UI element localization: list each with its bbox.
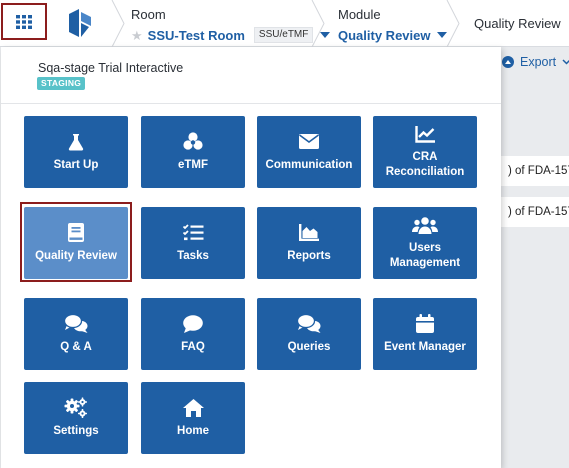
app-launcher-panel: Sqa-stage Trial Interactive STAGING Star…	[1, 47, 501, 468]
grid-icon	[16, 14, 32, 29]
export-button[interactable]: Export	[502, 55, 569, 69]
tile-queries[interactable]: Queries	[257, 298, 361, 370]
tile-home[interactable]: Home	[141, 382, 245, 454]
tile-label: eTMF	[177, 158, 209, 171]
top-navigation-bar: Room ★ SSU-Test Room SSU/eTMF Module Qua…	[0, 0, 569, 47]
tile-settings[interactable]: Settings	[24, 382, 128, 454]
tile-label: Start Up	[53, 158, 99, 171]
room-type-badge: SSU/eTMF	[253, 27, 314, 43]
export-label: Export	[520, 55, 557, 69]
tile-label: Home	[177, 424, 209, 437]
tile-label: Quality Review	[35, 249, 117, 262]
tile-label: Q & A	[60, 340, 92, 353]
breadcrumb-separator	[446, 0, 460, 47]
tile-label: Settings	[53, 424, 99, 437]
background-page: Export ) of FDA-1572 ) of FDA-1572	[500, 47, 569, 468]
row-text: ) of FDA-1572	[508, 206, 569, 218]
chevron-down-icon	[562, 59, 569, 65]
environment-badge: STAGING	[37, 77, 86, 90]
room-selector[interactable]: SSU-Test Room	[148, 28, 245, 43]
tile-quality-review[interactable]: Quality Review	[24, 207, 128, 279]
breadcrumb-separator	[111, 0, 125, 47]
flask-icon	[68, 132, 84, 152]
tile-label: CRA Reconciliation	[385, 151, 465, 178]
table-row[interactable]: ) of FDA-1572	[500, 156, 569, 186]
calendar-icon	[416, 314, 434, 334]
comment-icon	[183, 314, 203, 334]
tile-event-manager[interactable]: Event Manager	[373, 298, 477, 370]
tile-label: Communication	[265, 158, 353, 171]
row-text: ) of FDA-1572	[508, 165, 569, 177]
book-icon	[68, 223, 84, 243]
tile-label: Reports	[287, 249, 331, 262]
tile-reports[interactable]: Reports	[257, 207, 361, 279]
module-selector[interactable]: Quality Review	[338, 28, 430, 43]
tile-tasks[interactable]: Tasks	[141, 207, 245, 279]
tile-label: Event Manager	[384, 340, 466, 353]
tile-label: FAQ	[181, 340, 205, 353]
comments-icon	[64, 314, 88, 334]
tile-cra-reconciliation[interactable]: CRA Reconciliation	[373, 116, 477, 188]
home-icon	[182, 398, 204, 418]
tile-etmf[interactable]: eTMF	[141, 116, 245, 188]
area-chart-icon	[299, 223, 319, 243]
tile-label: Queries	[287, 340, 331, 353]
panel-header: Sqa-stage Trial Interactive STAGING	[1, 47, 501, 104]
upload-icon	[502, 56, 514, 68]
app-launcher-button[interactable]	[1, 3, 47, 40]
breadcrumb-room: Room ★ SSU-Test Room SSU/eTMF	[131, 0, 331, 47]
users-icon	[412, 215, 438, 235]
line-chart-icon	[415, 124, 435, 144]
checklist-icon	[182, 223, 204, 243]
room-title: Room	[131, 7, 166, 22]
current-page-title: Quality Review	[474, 16, 561, 31]
tile-label: Users Management	[389, 242, 461, 269]
comments-icon	[297, 314, 321, 334]
cogs-icon	[64, 397, 88, 418]
favorite-star-icon[interactable]: ★	[131, 29, 143, 42]
tile-start-up[interactable]: Start Up	[24, 116, 128, 188]
biohazard-icon	[183, 132, 203, 152]
tile-communication[interactable]: Communication	[257, 116, 361, 188]
breadcrumb-separator	[311, 0, 325, 47]
module-title: Module	[338, 7, 381, 22]
tile-users-management[interactable]: Users Management	[373, 207, 477, 279]
tile-q-and-a[interactable]: Q & A	[24, 298, 128, 370]
study-name: Sqa-stage Trial Interactive	[38, 61, 184, 75]
table-row[interactable]: ) of FDA-1572	[500, 197, 569, 227]
tile-faq[interactable]: FAQ	[141, 298, 245, 370]
tile-label: Tasks	[177, 249, 209, 262]
app-logo	[69, 9, 91, 37]
envelope-icon	[299, 132, 319, 152]
breadcrumb-module: Module Quality Review	[338, 0, 448, 47]
